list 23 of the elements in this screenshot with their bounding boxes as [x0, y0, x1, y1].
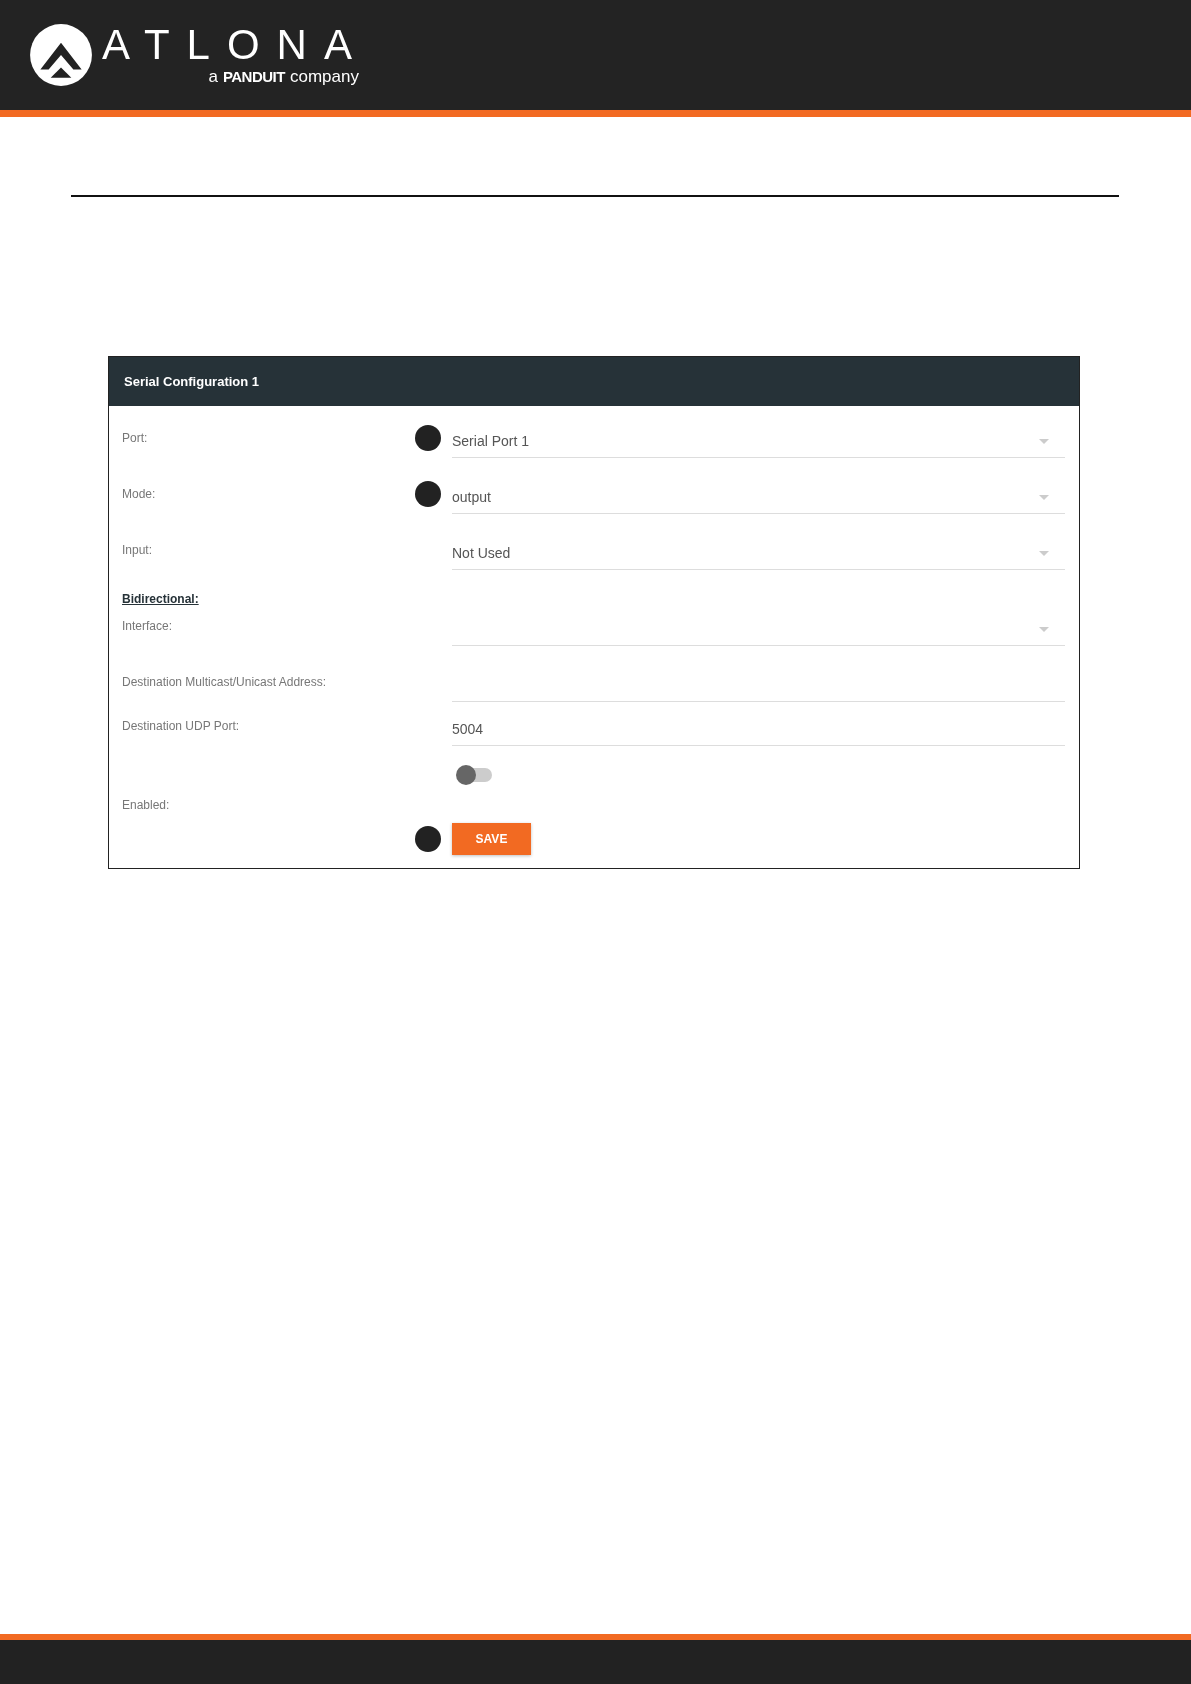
caret-icon [1039, 494, 1049, 500]
field-label: Input: [122, 543, 153, 557]
input-field[interactable]: 5004 [452, 713, 1065, 746]
dropdown-field[interactable]: Not Used [452, 537, 1065, 570]
field-label: Destination UDP Port: [122, 719, 240, 733]
tagline-text: a [208, 67, 218, 87]
caret-icon [1039, 626, 1049, 632]
dropdown-field[interactable]: Serial Port 1 [452, 425, 1065, 458]
field-label: Port: [122, 431, 148, 445]
caret-icon [1039, 438, 1049, 444]
section-heading: Bidirectional: [122, 592, 199, 606]
toggle-switch[interactable] [458, 768, 492, 782]
logo-icon [28, 22, 94, 88]
dropdown-field[interactable]: output [452, 481, 1065, 514]
brand-wordmark: ATLONA [102, 23, 369, 67]
caret-icon [1039, 550, 1049, 556]
field-label: Interface: [122, 619, 173, 633]
field-label: Enabled: [122, 798, 170, 812]
tagline-text: company [289, 67, 359, 87]
field-label: Mode: [122, 487, 156, 501]
brand-name: PANDUIT [222, 68, 285, 85]
field-label: Destination Multicast/Unicast Address: [122, 675, 327, 689]
panel-title: Serial Configuration 1 [124, 374, 260, 389]
